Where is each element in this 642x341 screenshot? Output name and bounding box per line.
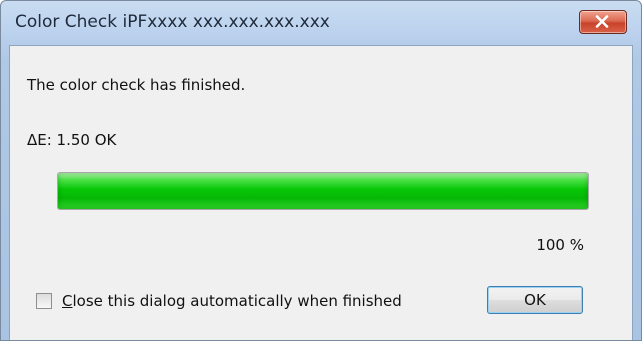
window-title: Color Check iPFxxxx xxx.xxx.xxx.xxx	[15, 12, 330, 32]
progress-percent: 100 %	[536, 236, 584, 254]
auto-close-label-text: lose this dialog automatically when fini…	[72, 292, 402, 310]
progress-bar	[57, 172, 589, 210]
auto-close-label-accelerator: C	[62, 292, 73, 310]
auto-close-label[interactable]: Close this dialog automatically when fin…	[62, 292, 402, 310]
dialog-body: The color check has finished. ΔE: 1.50 O…	[9, 45, 633, 340]
title-bar[interactable]: Color Check iPFxxxx xxx.xxx.xxx.xxx	[1, 1, 641, 45]
close-icon	[595, 15, 609, 28]
progress-bar-fill	[58, 173, 588, 209]
auto-close-checkbox[interactable]	[36, 293, 52, 309]
color-check-dialog: Color Check iPFxxxx xxx.xxx.xxx.xxx The …	[0, 0, 642, 341]
close-button[interactable]	[579, 10, 627, 34]
status-message: The color check has finished.	[27, 76, 246, 94]
delta-e-result: ΔE: 1.50 OK	[27, 131, 117, 149]
ok-button[interactable]: OK	[487, 286, 583, 314]
